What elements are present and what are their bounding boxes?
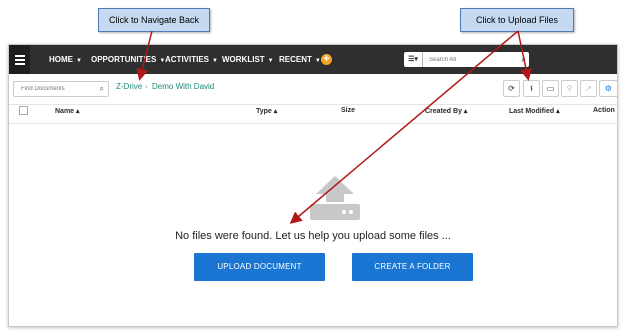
- nav-opportunities-label: OPPORTUNITIES: [91, 55, 157, 64]
- column-action: Action: [593, 107, 615, 114]
- column-size[interactable]: Size: [341, 107, 355, 114]
- column-label: Created By: [425, 108, 462, 115]
- sort-asc-icon: ▴: [76, 108, 80, 115]
- top-navbar: HOME ▼ OPPORTUNITIES ▼ ACTIVITIES ▼ WORKLIS…: [9, 45, 617, 74]
- column-label: Size: [341, 107, 356, 114]
- breadcrumb-current[interactable]: Demo With David: [152, 82, 214, 91]
- column-label: Action: [593, 107, 615, 114]
- upload-icon[interactable]: ⭱: [523, 80, 540, 97]
- create-folder-button[interactable]: CREATE A FOLDER: [352, 253, 473, 281]
- column-label: Last Modified: [509, 108, 555, 115]
- sort-asc-icon: ▴: [556, 108, 560, 115]
- chevron-down-icon: ▼: [267, 58, 274, 64]
- share-icon[interactable]: ↗: [580, 80, 597, 97]
- column-created-by[interactable]: Created By ▴: [425, 107, 467, 115]
- chevron-down-icon: ▼: [314, 58, 321, 64]
- breadcrumb-root[interactable]: Z-Drive: [116, 82, 142, 91]
- nav-recent-label: RECENT: [279, 55, 312, 64]
- column-label: Type: [256, 108, 272, 115]
- search-icon[interactable]: ⌕: [522, 55, 526, 65]
- plus-icon[interactable]: +: [321, 54, 332, 65]
- column-name[interactable]: Name ▴: [55, 107, 80, 115]
- nav-home[interactable]: HOME ▼: [49, 45, 82, 74]
- refresh-icon[interactable]: ⟳: [503, 80, 520, 97]
- nav-worklist-label: WORKLIST: [222, 55, 265, 64]
- callout-navigate-back: Click to Navigate Back: [98, 8, 210, 32]
- select-all-checkbox[interactable]: [19, 106, 28, 115]
- find-documents-field: ⌕: [13, 81, 109, 97]
- column-last-modified[interactable]: Last Modified ▴: [509, 107, 560, 115]
- nav-activities-label: ACTIVITIES: [165, 55, 210, 64]
- table-header: Name ▴ Type ▴ Size Created By ▴ Last Mod…: [9, 105, 617, 124]
- column-label: Name: [55, 108, 75, 115]
- search-icon[interactable]: ⌕: [100, 84, 104, 94]
- nav-worklist[interactable]: WORKLIST ▼: [222, 45, 274, 74]
- nav-home-label: HOME: [49, 55, 73, 64]
- search-input[interactable]: [427, 55, 511, 64]
- link-icon[interactable]: ⚲: [561, 80, 578, 97]
- search-scope-dropdown[interactable]: ☰▾: [404, 52, 423, 67]
- empty-state-message: No files were found. Let us help you upl…: [175, 230, 451, 242]
- sort-asc-icon: ▴: [273, 108, 278, 115]
- sort-asc-icon: ▴: [463, 108, 468, 115]
- document-toolbar: ⌕ Z-Drive › Demo With David ⟳ ⭱ ▭ ⚲ ↗ ⚙: [9, 74, 617, 105]
- upload-cloud-icon: [310, 176, 360, 220]
- nav-opportunities[interactable]: OPPORTUNITIES ▼: [91, 45, 165, 74]
- folder-icon[interactable]: ▭: [542, 80, 559, 97]
- chevron-down-icon: ▼: [76, 58, 82, 64]
- nav-recent[interactable]: RECENT ▼: [279, 45, 321, 74]
- callout-upload-files: Click to Upload Files: [460, 8, 574, 32]
- nav-activities[interactable]: ACTIVITIES ▼: [165, 45, 218, 74]
- chevron-down-icon: ▼: [212, 58, 218, 64]
- find-documents-input[interactable]: [19, 85, 93, 93]
- app-window: HOME ▼ OPPORTUNITIES ▼ ACTIVITIES ▼ WORKLIS…: [8, 44, 618, 327]
- column-type[interactable]: Type ▴: [256, 107, 277, 115]
- upload-document-button[interactable]: UPLOAD DOCUMENT: [194, 253, 325, 281]
- breadcrumb-separator: ›: [145, 82, 148, 91]
- global-search: ☰▾ ⌕: [404, 52, 529, 67]
- settings-icon[interactable]: ⚙: [599, 80, 617, 97]
- hamburger-icon[interactable]: [9, 45, 30, 74]
